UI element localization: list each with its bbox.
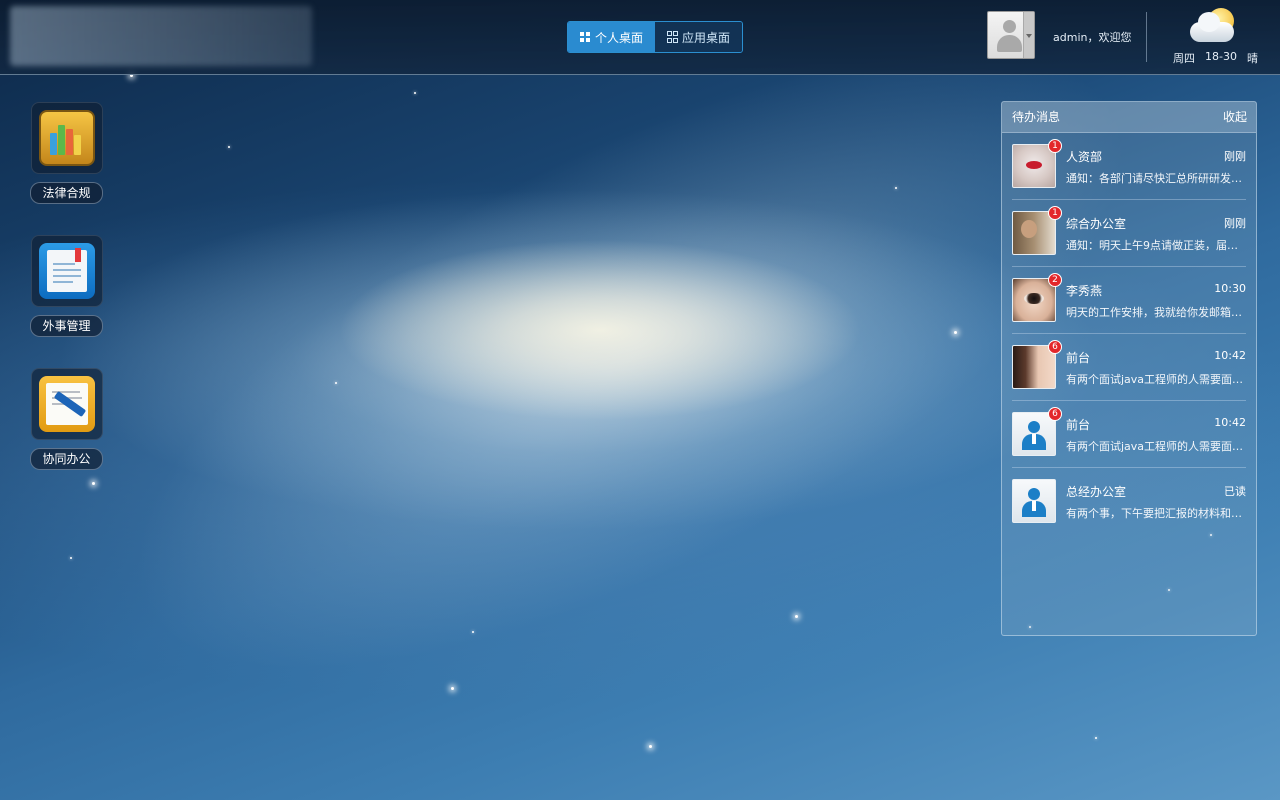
todo-item[interactable]: 1 综合办公室 刚刚 通知：明天上午9点请做正装，届时… — [1012, 200, 1246, 267]
unread-badge: 2 — [1048, 273, 1062, 287]
app-desktop-tab[interactable]: 应用桌面 — [655, 22, 743, 52]
todo-time: 刚刚 — [1224, 150, 1246, 163]
todo-preview: 通知：明天上午9点请做正装，届时… — [1066, 239, 1246, 252]
app-label: 法律合规 — [30, 182, 103, 204]
weather-info: 周四 18-30 晴 — [1173, 50, 1258, 66]
star — [1095, 737, 1097, 739]
temperature-text: 18-30 — [1205, 50, 1237, 63]
todo-time: 10:42 — [1214, 416, 1246, 429]
star — [451, 687, 454, 690]
todo-panel: 待办消息 收起 1 人资部 刚刚 通知：各部门请尽快汇总所研研发… 1 综合办公… — [1001, 101, 1257, 636]
top-bar: 个人桌面 应用桌面 admin，欢迎您 周四 18-30 晴 — [0, 0, 1280, 75]
app-collaborative-office[interactable]: 协同办公 — [30, 368, 103, 470]
desktop-switch: 个人桌面 应用桌面 — [567, 21, 744, 53]
desktop-background: 个人桌面 应用桌面 admin，欢迎您 周四 18-30 晴 法律合规 外事管理… — [0, 0, 1280, 800]
todo-time: 10:30 — [1214, 282, 1246, 295]
star — [649, 745, 652, 748]
todo-preview: 通知：各部门请尽快汇总所研研发… — [1066, 172, 1242, 185]
weekday-text: 周四 — [1173, 52, 1195, 65]
todo-sender: 总经办公室 — [1066, 485, 1127, 499]
app-foreign-affairs[interactable]: 外事管理 — [30, 235, 103, 337]
books-icon — [39, 110, 95, 166]
todo-item[interactable]: 2 李秀燕 10:30 明天的工作安排，我就给你发邮箱… — [1012, 267, 1246, 334]
todo-preview: 有两个面试java工程师的人需要面… — [1066, 373, 1244, 386]
unread-badge: 6 — [1048, 340, 1062, 354]
weather-condition-text: 晴 — [1246, 52, 1258, 65]
user-avatar-button[interactable] — [987, 11, 1035, 59]
todo-sender: 前台 — [1066, 418, 1091, 432]
todo-item[interactable]: 总经办公室 已读 有两个事，下午要把汇报的材料和… — [1012, 468, 1246, 534]
todo-item[interactable]: 6 前台 10:42 有两个面试java工程师的人需要面… — [1012, 334, 1246, 401]
star — [70, 557, 72, 559]
todo-time: 10:42 — [1214, 349, 1246, 362]
todo-header: 待办消息 收起 — [1002, 102, 1256, 133]
unread-badge: 1 — [1048, 206, 1062, 220]
default-user-icon — [1012, 479, 1056, 523]
app-tile — [31, 235, 103, 307]
star — [472, 631, 474, 633]
todo-preview: 明天的工作安排，我就给你发邮箱… — [1066, 306, 1242, 319]
unread-badge: 1 — [1048, 139, 1062, 153]
todo-preview: 有两个事，下午要把汇报的材料和… — [1066, 507, 1242, 520]
todo-time: 刚刚 — [1224, 217, 1246, 230]
personal-desktop-tab[interactable]: 个人桌面 — [568, 22, 656, 52]
todo-sender: 综合办公室 — [1066, 217, 1127, 231]
welcome-text: admin，欢迎您 — [1053, 31, 1132, 44]
app-tile — [31, 368, 103, 440]
unread-badge: 6 — [1048, 407, 1062, 421]
grid-filled-icon — [580, 32, 590, 42]
user-silhouette-icon — [997, 20, 1022, 52]
personal-desktop-label: 个人桌面 — [595, 30, 644, 45]
todo-item[interactable]: 6 前台 10:42 有两个面试java工程师的人需要面… — [1012, 401, 1246, 468]
todo-time: 已读 — [1224, 485, 1246, 498]
collapse-button[interactable]: 收起 — [1223, 102, 1247, 132]
sunny-cloud-icon — [1188, 6, 1244, 46]
app-tile — [31, 102, 103, 174]
star — [954, 331, 957, 334]
todo-sender: 前台 — [1066, 351, 1091, 365]
star — [228, 146, 230, 148]
document-icon — [39, 243, 95, 299]
app-label: 协同办公 — [30, 448, 103, 470]
star — [335, 382, 337, 384]
app-label: 外事管理 — [30, 315, 103, 337]
star — [795, 615, 798, 618]
todo-sender: 李秀燕 — [1066, 284, 1103, 298]
todo-title: 待办消息 — [1012, 110, 1061, 124]
star — [414, 92, 416, 94]
divider — [1146, 12, 1147, 62]
todo-preview: 有两个面试java工程师的人需要面… — [1066, 440, 1244, 453]
star — [895, 187, 897, 189]
grid-outline-icon — [667, 31, 679, 43]
notepad-pen-icon — [39, 376, 95, 432]
todo-sender: 人资部 — [1066, 150, 1103, 164]
app-desktop-label: 应用桌面 — [682, 30, 731, 45]
chevron-down-icon[interactable] — [1023, 12, 1034, 58]
todo-item[interactable]: 1 人资部 刚刚 通知：各部门请尽快汇总所研研发… — [1012, 133, 1246, 200]
logo-area-blurred — [10, 6, 312, 66]
star — [92, 482, 95, 485]
app-legal-compliance[interactable]: 法律合规 — [30, 102, 103, 204]
